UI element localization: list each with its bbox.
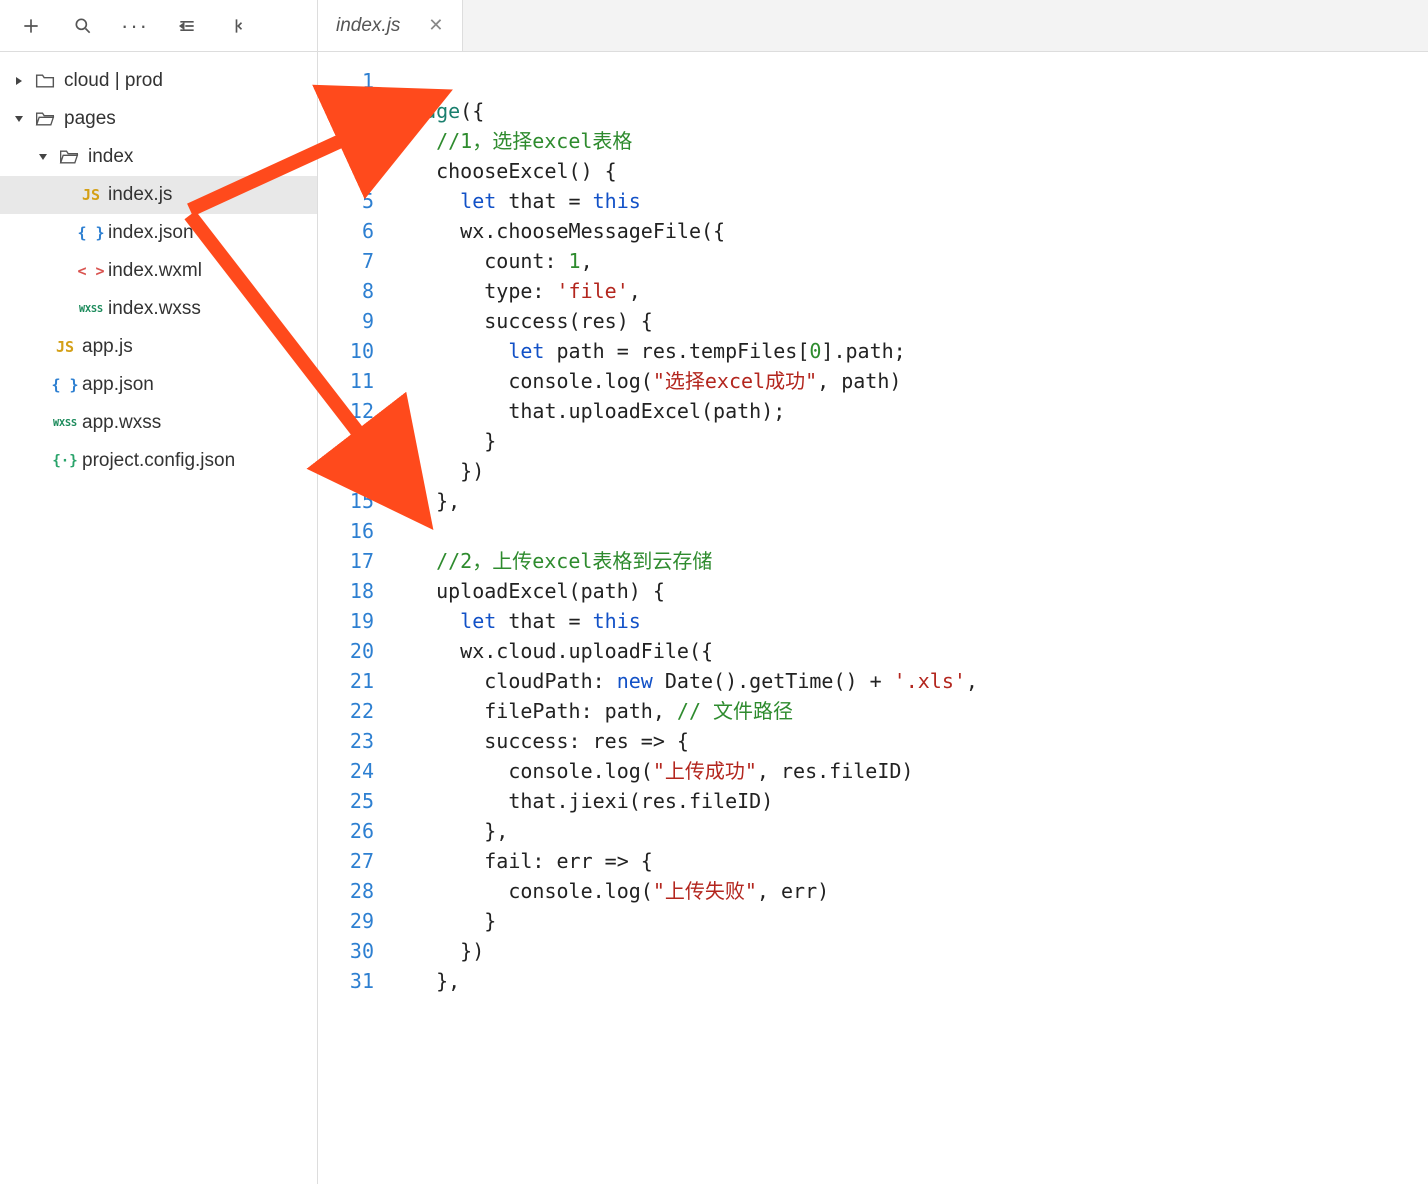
sidebar: ··· cloud | prod pages (0, 0, 318, 1184)
tab-index-js[interactable]: index.js ✕ (318, 0, 463, 51)
tree-folder-index[interactable]: index (0, 138, 317, 176)
new-file-button[interactable] (6, 6, 56, 46)
folder-icon (32, 72, 58, 90)
more-button[interactable]: ··· (110, 6, 160, 46)
chevron-down-icon (14, 114, 24, 124)
file-label: app.js (82, 336, 133, 358)
tree-file-index-js[interactable]: JS index.js (0, 176, 317, 214)
tree-file-index-wxml[interactable]: < > index.wxml (0, 252, 317, 290)
sidebar-toolbar: ··· (0, 0, 317, 52)
collapse-panel-button[interactable] (214, 6, 264, 46)
editor-tabs: index.js ✕ (318, 0, 1428, 52)
wxss-file-icon: WXSS (48, 418, 82, 429)
wxss-file-icon: WXSS (74, 304, 108, 315)
outdent-icon (177, 16, 197, 36)
file-label: index.wxml (108, 260, 202, 282)
js-file-icon: JS (74, 186, 108, 204)
file-label: project.config.json (82, 450, 235, 472)
folder-label: pages (64, 108, 116, 130)
outdent-button[interactable] (162, 6, 212, 46)
file-label: index.json (108, 222, 194, 244)
tree-file-index-json[interactable]: { } index.json (0, 214, 317, 252)
js-file-icon: JS (48, 338, 82, 356)
file-label: app.wxss (82, 412, 161, 434)
tree-file-app-js[interactable]: JS app.js (0, 328, 317, 366)
ellipsis-icon: ··· (121, 13, 149, 39)
folder-open-icon (56, 148, 82, 166)
app-root: ··· cloud | prod pages (0, 0, 1428, 1184)
search-icon (73, 16, 93, 36)
chevron-right-icon (14, 76, 24, 86)
panel-collapse-icon (229, 16, 249, 36)
plus-icon (21, 16, 41, 36)
editor-pane: index.js ✕ 12345678910111213141516171819… (318, 0, 1428, 1184)
chevron-down-icon (38, 152, 48, 162)
config-file-icon: {·} (48, 453, 82, 469)
code-content[interactable]: Page({ //1，选择excel表格 chooseExcel() { let… (388, 52, 1428, 1184)
folder-open-icon (32, 110, 58, 128)
file-label: index.wxss (108, 298, 201, 320)
folder-label: cloud | prod (64, 70, 163, 92)
file-label: index.js (108, 184, 172, 206)
search-button[interactable] (58, 6, 108, 46)
json-file-icon: { } (74, 224, 108, 242)
json-file-icon: { } (48, 376, 82, 394)
tree-file-index-wxss[interactable]: WXSS index.wxss (0, 290, 317, 328)
line-gutter: 1234567891011121314151617181920212223242… (318, 52, 388, 1184)
tab-title: index.js (336, 15, 400, 37)
wxml-file-icon: < > (74, 262, 108, 280)
close-icon[interactable]: ✕ (428, 15, 443, 36)
file-tree: cloud | prod pages index JS index.js { }… (0, 52, 317, 480)
code-area[interactable]: 1234567891011121314151617181920212223242… (318, 52, 1428, 1184)
folder-label: index (88, 146, 133, 168)
tree-folder-pages[interactable]: pages (0, 100, 317, 138)
tree-file-app-json[interactable]: { } app.json (0, 366, 317, 404)
tree-folder-cloud[interactable]: cloud | prod (0, 62, 317, 100)
tree-file-project-config[interactable]: {·} project.config.json (0, 442, 317, 480)
tree-file-app-wxss[interactable]: WXSS app.wxss (0, 404, 317, 442)
file-label: app.json (82, 374, 154, 396)
